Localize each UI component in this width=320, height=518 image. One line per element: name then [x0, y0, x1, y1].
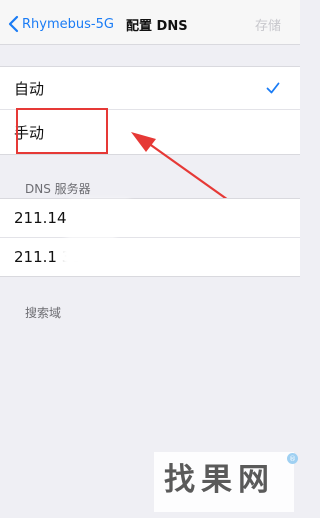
- watermark-text: 找果网: [164, 462, 275, 498]
- dns-server-row[interactable]: 211.14: [0, 199, 300, 237]
- redaction-blur: [60, 242, 130, 268]
- redaction-blur: [70, 200, 130, 220]
- search-domain-section-header: 搜索域: [25, 306, 62, 320]
- dns-server-value: 211.14: [14, 209, 67, 227]
- dns-servers-group: 211.14 211.1 38: [0, 198, 300, 277]
- dns-section-header: DNS 服务器: [25, 182, 91, 196]
- dns-server-row[interactable]: 211.1 38: [0, 237, 300, 276]
- registered-mark-icon: ®: [287, 453, 298, 464]
- redaction-blur: [66, 228, 116, 238]
